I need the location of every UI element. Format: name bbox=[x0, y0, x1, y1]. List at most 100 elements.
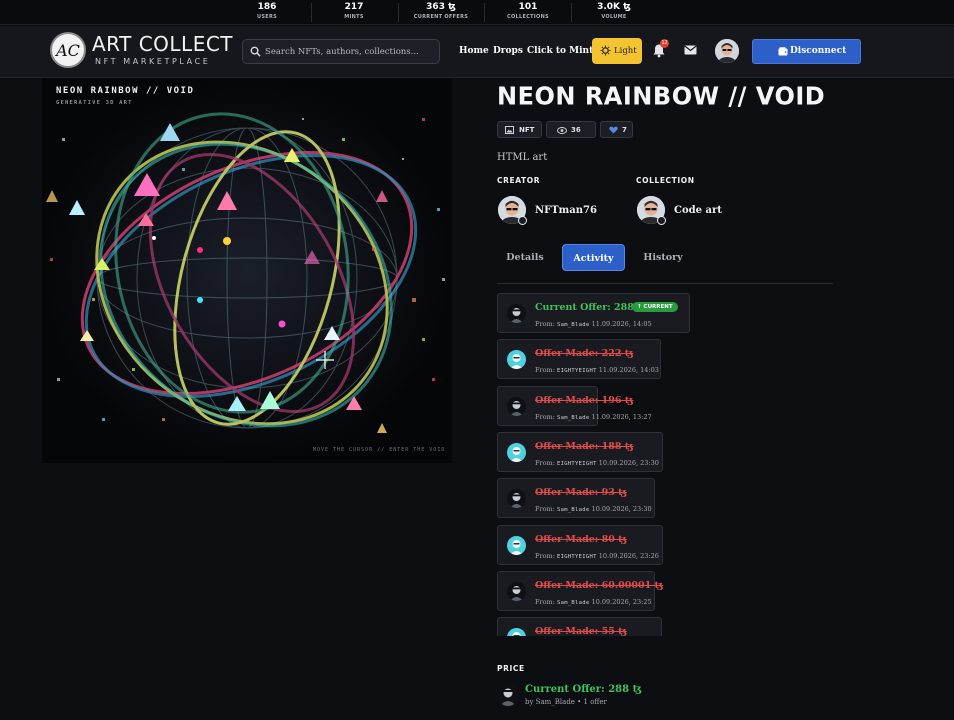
activity-title: Offer Made: 80 ꜩ bbox=[535, 533, 627, 545]
user-avatar[interactable] bbox=[715, 39, 739, 63]
nav-click-to-mint[interactable]: Click to Mint bbox=[527, 46, 593, 56]
activity-from-label: From: bbox=[535, 597, 555, 606]
stat-label: COLLECTIONS bbox=[507, 14, 549, 20]
activity-item[interactable]: Current Offer: 288 ꜩ ↑ CURRENT From: Sam_B… bbox=[497, 293, 690, 333]
stat-collections: 101 COLLECTIONS bbox=[483, 2, 573, 21]
stat-label: CURRENT OFFERS bbox=[413, 14, 469, 20]
mail-icon[interactable] bbox=[684, 45, 697, 55]
activity-title: Offer Made: 222 ꜩ bbox=[535, 348, 634, 360]
tab-details[interactable]: Details bbox=[497, 244, 553, 271]
activity-meta: From: Sam_Blade 10.09.2026, 23:30 bbox=[535, 505, 652, 513]
activity-avatar bbox=[507, 350, 526, 370]
stat-value: 3.0K ꜩ bbox=[597, 2, 631, 12]
stat-label: USERS bbox=[256, 14, 278, 20]
artwork-preview[interactable]: NEON RAINBOW // VOID GENERATIVE 3D ART M… bbox=[42, 78, 452, 463]
stat-value: 101 bbox=[518, 2, 538, 12]
activity-from-label: From: bbox=[535, 320, 555, 328]
disconnect-button[interactable]: Disconnect bbox=[752, 39, 861, 64]
activity-date: 10.09.2026, 23:26 bbox=[598, 551, 659, 560]
views-count: 36 bbox=[571, 126, 581, 134]
activity-from-label: From: bbox=[535, 551, 555, 560]
current-badge-label: CURRENT bbox=[643, 304, 673, 310]
tab-activity[interactable]: Activity bbox=[562, 244, 625, 271]
collection-label: COLLECTION bbox=[636, 176, 695, 185]
theme-toggle-label: Light bbox=[614, 46, 637, 56]
activity-date: 10.09.2026, 23:25 bbox=[591, 597, 652, 606]
activity-from-label: From: bbox=[535, 505, 555, 514]
tab-label: Activity bbox=[573, 253, 614, 264]
artwork-canvas[interactable] bbox=[42, 78, 452, 463]
tab-label: History bbox=[643, 252, 683, 263]
image-icon bbox=[505, 126, 514, 134]
stat-label: VOLUME bbox=[601, 14, 627, 20]
logo-title[interactable]: ART COLLECT bbox=[92, 32, 233, 56]
activity-date: 11.09.2026, 14:05 bbox=[591, 320, 652, 328]
activity-user[interactable]: EIGHTYEIGHT bbox=[557, 461, 597, 467]
stat-volume: 3.0K ꜩ VOLUME bbox=[569, 2, 659, 21]
logo-subtitle: NFT MARKETPLACE bbox=[95, 57, 211, 66]
activity-user[interactable]: EIGHTYEIGHT bbox=[557, 368, 597, 374]
price-label: PRICE bbox=[497, 664, 525, 673]
nav-home[interactable]: Home bbox=[459, 46, 489, 56]
activity-user[interactable]: EIGHTYEIGHT bbox=[557, 554, 597, 560]
activity-date: 10.09.2026, 23:30 bbox=[598, 458, 659, 467]
activity-meta: From: Sam_Blade 11.09.2026, 13:27 bbox=[535, 413, 652, 421]
theme-toggle-button[interactable]: Light bbox=[592, 38, 642, 64]
check-icon bbox=[518, 216, 527, 225]
activity-item[interactable]: Offer Made: 93 ꜩ From: Sam_Blade 10.09.20… bbox=[497, 478, 655, 519]
price-offer-avatar bbox=[497, 684, 519, 706]
activity-item[interactable]: Offer Made: 60.00001 ꜩ From: Sam_Blade 10… bbox=[497, 570, 663, 611]
notification-badge: 12 bbox=[660, 39, 669, 48]
nft-description: HTML art bbox=[497, 152, 548, 163]
activity-item[interactable]: Offer Made: 55 ꜩFrom: EIGHTYEIGHT bbox=[497, 617, 662, 636]
stat-label: MINTS bbox=[344, 14, 364, 20]
activity-from-label: From: bbox=[535, 412, 555, 421]
likes-count: 7 bbox=[622, 126, 627, 134]
activity-item[interactable]: Offer Made: 196 ꜩ From: Sam_Blade 11.09.2… bbox=[497, 385, 652, 426]
search-icon bbox=[250, 46, 261, 57]
activity-user[interactable]: Sam_Blade bbox=[557, 600, 590, 606]
stat-mints: 217 MINTS bbox=[309, 2, 399, 21]
check-icon bbox=[657, 216, 666, 225]
search-box[interactable] bbox=[242, 39, 440, 64]
search-input[interactable] bbox=[265, 43, 435, 60]
avatar-image bbox=[497, 684, 519, 706]
sun-icon bbox=[600, 45, 611, 56]
activity-title: Offer Made: 60.00001 ꜩ bbox=[535, 579, 664, 591]
heart-icon bbox=[609, 126, 618, 134]
price-value: Current Offer: 288 ꜩ bbox=[525, 684, 642, 695]
wallet-icon bbox=[778, 47, 788, 56]
tab-divider bbox=[497, 283, 833, 284]
activity-user[interactable]: Sam_Blade bbox=[557, 415, 590, 421]
activity-from-label: From: bbox=[535, 366, 555, 375]
price-offer-by: by Sam_Blade • 1 offer bbox=[525, 698, 607, 706]
header: AC ART COLLECT NFT MARKETPLACE Home Drop… bbox=[0, 26, 954, 78]
artwork-subtitle: GENERATIVE 3D ART bbox=[56, 100, 133, 106]
activity-title: Offer Made: 188 ꜩ bbox=[535, 440, 634, 452]
activity-user[interactable]: Sam_Blade bbox=[557, 507, 590, 513]
activity-title: Offer Made: 93 ꜩ bbox=[535, 487, 627, 499]
stat-users: 186 USERS bbox=[222, 2, 312, 21]
tab-label: Details bbox=[506, 252, 544, 263]
activity-meta: From: EIGHTYEIGHT 10.09.2026, 23:30 bbox=[535, 459, 659, 467]
collection-name[interactable]: Code art bbox=[674, 205, 722, 216]
activity-date: 10.09.2026, 23:30 bbox=[591, 505, 652, 514]
activity-user[interactable]: Sam_Blade bbox=[557, 322, 590, 328]
nav-drops[interactable]: Drops bbox=[493, 46, 523, 56]
activity-item[interactable]: Offer Made: 80 ꜩ From: EIGHTYEIGHT 10.09.… bbox=[497, 524, 663, 565]
artwork-title: NEON RAINBOW // VOID bbox=[56, 86, 195, 96]
logo[interactable]: AC bbox=[50, 32, 86, 68]
stat-value: 186 bbox=[257, 2, 277, 12]
activity-item[interactable]: Offer Made: 188 ꜩ From: EIGHTYEIGHT 10.09… bbox=[497, 431, 663, 472]
activity-meta: From: Sam_Blade 10.09.2026, 23:25 bbox=[535, 598, 652, 606]
likes-button[interactable]: 7 bbox=[600, 121, 633, 138]
creator-label: CREATOR bbox=[497, 176, 541, 185]
activity-avatar bbox=[507, 442, 526, 462]
stat-value: 217 bbox=[344, 2, 364, 12]
activity-item[interactable]: Offer Made: 222 ꜩ From: EIGHTYEIGHT 11.09… bbox=[497, 339, 661, 380]
tab-history[interactable]: History bbox=[634, 244, 692, 271]
nft-type-chip: NFT bbox=[497, 121, 542, 138]
activity-list[interactable]: Current Offer: 288 ꜩ ↑ CURRENT From: Sam_B… bbox=[497, 293, 697, 636]
activity-title: Offer Made: 55 ꜩ bbox=[535, 626, 627, 636]
creator-name[interactable]: NFTman76 bbox=[535, 205, 597, 216]
